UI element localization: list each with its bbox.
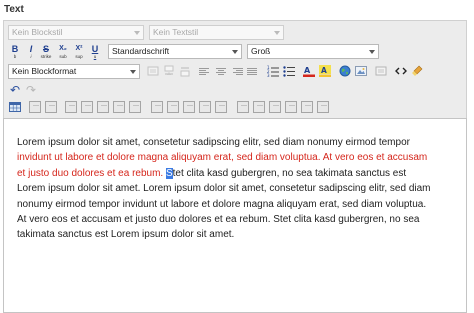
editor-toolbar: Kein Blockstil Kein Textstil B b I i S s… — [3, 20, 467, 118]
paragraph-icon[interactable] — [147, 65, 159, 77]
chevron-down-icon — [274, 31, 280, 35]
table-search-icon[interactable] — [45, 101, 57, 113]
superscript-label: sup — [75, 54, 83, 59]
subscript-button[interactable]: X₂ sub — [56, 44, 70, 62]
field-label: Text — [4, 4, 24, 15]
svg-text:A: A — [304, 66, 311, 75]
svg-text:A: A — [321, 66, 327, 75]
undo-button[interactable]: ↶ — [8, 83, 22, 97]
block-format-select[interactable]: Kein Blockformat — [8, 64, 140, 79]
unordered-list-icon[interactable] — [283, 65, 295, 77]
font-size-select[interactable]: Groß — [247, 44, 379, 59]
selected-text: S — [165, 167, 173, 179]
text-color-icon[interactable]: A — [303, 65, 315, 77]
italic-button[interactable]: I i — [24, 44, 38, 62]
editor-text[interactable]: Lorem ipsum dolor sit amet, consetetur s… — [17, 135, 437, 243]
strike-label: strike — [40, 54, 52, 59]
insert-table-icon[interactable] — [9, 101, 21, 113]
chevron-down-icon — [134, 31, 140, 35]
split-cell-icon[interactable] — [285, 101, 297, 113]
underline-glyph: U — [91, 44, 99, 54]
chevron-down-icon — [232, 50, 238, 54]
highlight-color-icon[interactable]: A — [319, 65, 331, 77]
table-properties-icon[interactable] — [29, 101, 41, 113]
cell-properties-icon[interactable] — [237, 101, 249, 113]
globe-icon[interactable] — [339, 65, 351, 77]
split-row-icon[interactable] — [113, 101, 125, 113]
font-size-value: Groß — [251, 46, 271, 56]
source-code-icon[interactable] — [395, 65, 407, 77]
superscript-glyph: X² — [75, 45, 83, 52]
underline-button[interactable]: U u — [88, 44, 102, 62]
row-properties-icon[interactable] — [65, 101, 77, 113]
chevron-down-icon — [130, 70, 136, 74]
bold-glyph: B — [11, 44, 19, 54]
font-family-value: Standardschrift — [112, 46, 170, 56]
block-style-select[interactable]: Kein Blockstil — [8, 25, 144, 40]
editor-content-area[interactable]: Lorem ipsum dolor sit amet, consetetur s… — [3, 118, 467, 313]
align-justify-icon[interactable] — [247, 65, 259, 77]
insert-row-icon[interactable] — [81, 101, 93, 113]
align-center-icon[interactable] — [215, 65, 227, 77]
redo-button[interactable]: ↷ — [24, 83, 38, 97]
merge-row-icon[interactable] — [129, 101, 141, 113]
bold-label: b — [13, 54, 17, 59]
italic-label: i — [30, 54, 32, 59]
svg-text:3: 3 — [267, 73, 270, 77]
bold-button[interactable]: B b — [8, 44, 22, 62]
delete-row-icon[interactable] — [97, 101, 109, 113]
strikethrough-button[interactable]: S strike — [39, 44, 53, 62]
table-cell-icon[interactable] — [317, 101, 329, 113]
insert-column-icon[interactable] — [167, 101, 179, 113]
text-style-select[interactable]: Kein Textstil — [149, 25, 284, 40]
font-family-select[interactable]: Standardschrift — [108, 44, 242, 59]
italic-glyph: I — [29, 44, 33, 54]
ordered-list-icon[interactable]: 123 — [267, 65, 279, 78]
subscript-glyph: X₂ — [59, 45, 67, 52]
chevron-down-icon — [369, 50, 375, 54]
fullscreen-icon[interactable] — [375, 65, 387, 77]
align-right-icon[interactable] — [231, 65, 243, 77]
paragraph-text: Lorem ipsum dolor sit amet, consetetur s… — [17, 137, 410, 148]
delete-column-icon[interactable] — [183, 101, 195, 113]
clean-format-icon[interactable] — [411, 65, 423, 77]
strike-glyph: S — [42, 44, 49, 54]
insert-paragraph-icon[interactable] — [163, 65, 175, 77]
merge-cell-icon[interactable] — [301, 101, 313, 113]
block-style-value: Kein Blockstil — [12, 27, 63, 37]
underline-label: u — [93, 54, 97, 59]
merge-column-icon[interactable] — [215, 101, 227, 113]
text-style-value: Kein Textstil — [153, 27, 199, 37]
insert-cell-icon[interactable] — [253, 101, 265, 113]
split-column-icon[interactable] — [199, 101, 211, 113]
delete-cell-icon[interactable] — [269, 101, 281, 113]
image-icon[interactable] — [355, 65, 367, 77]
block-format-value: Kein Blockformat — [12, 66, 77, 76]
align-left-icon[interactable] — [199, 65, 211, 77]
superscript-button[interactable]: X² sup — [72, 44, 86, 62]
subscript-label: sub — [59, 54, 67, 59]
insert-paragraph-after-icon[interactable] — [179, 65, 191, 77]
column-properties-icon[interactable] — [151, 101, 163, 113]
